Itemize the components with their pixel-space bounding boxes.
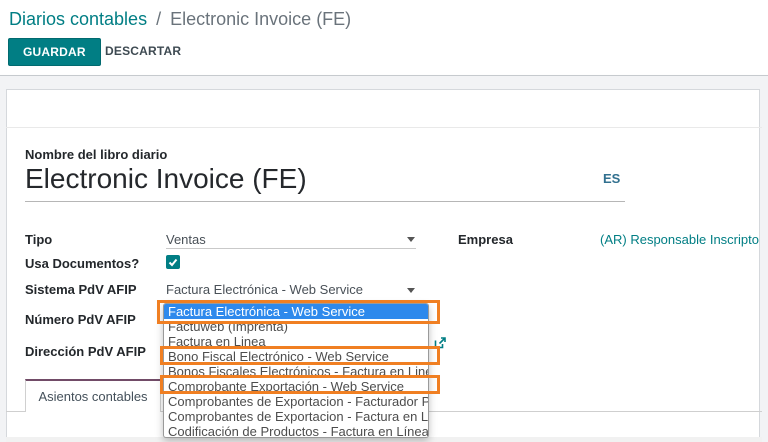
journal-name-input[interactable]: Electronic Invoice (FE) — [25, 163, 625, 202]
dropdown-option[interactable]: Comprobantes de Exportacion - Facturador… — [164, 394, 428, 409]
tab-label: Asientos contables — [38, 389, 147, 404]
sistema-pdv-caret-icon[interactable] — [407, 288, 415, 293]
dropdown-option[interactable]: Comprobante Exportación - Web Service — [164, 379, 428, 394]
direccion-pdv-label: Dirección PdV AFIP — [25, 344, 146, 359]
tipo-underline — [166, 248, 416, 249]
tab-asientos-contables[interactable]: Asientos contables — [25, 379, 161, 412]
tipo-select[interactable]: Ventas — [166, 232, 206, 247]
breadcrumb-separator: / — [156, 9, 161, 29]
breadcrumb-parent-link[interactable]: Diarios contables — [9, 9, 147, 29]
dropdown-option[interactable]: Bono Fiscal Electrónico - Web Service — [164, 349, 428, 364]
sistema-pdv-select[interactable]: Factura Electrónica - Web Service — [166, 282, 363, 297]
odoo-journal-form-screen: Diarios contables / Electronic Invoice (… — [0, 0, 768, 442]
tipo-label: Tipo — [25, 232, 52, 247]
usa-documentos-label: Usa Documentos? — [25, 256, 139, 271]
usa-documentos-checkbox[interactable] — [166, 255, 180, 269]
dropdown-option[interactable]: Factura en Linea — [164, 334, 428, 349]
dropdown-option[interactable]: Codificación de Productos - Factura en L… — [164, 424, 428, 438]
sistema-pdv-dropdown-list: Factura Electrónica - Web Service Factuw… — [163, 303, 429, 438]
dropdown-option[interactable]: Bonos Fiscales Electrónicos - Factura en… — [164, 364, 428, 379]
save-button[interactable]: GUARDAR — [8, 38, 101, 66]
statusbar-divider — [6, 127, 762, 128]
external-link-icon[interactable] — [433, 336, 447, 350]
translation-badge[interactable]: ES — [603, 171, 620, 186]
dropdown-option[interactable]: Factura Electrónica - Web Service — [164, 304, 428, 319]
empresa-label: Empresa — [458, 232, 513, 247]
sistema-pdv-label: Sistema PdV AFIP — [25, 282, 137, 297]
numero-pdv-label: Número PdV AFIP — [25, 312, 136, 327]
dropdown-option[interactable]: Factuweb (Imprenta) — [164, 319, 428, 334]
journal-name-label: Nombre del libro diario — [25, 147, 167, 162]
checkmark-icon — [168, 257, 178, 267]
discard-button[interactable]: DESCARTAR — [97, 38, 189, 64]
breadcrumb: Diarios contables / Electronic Invoice (… — [9, 9, 351, 30]
breadcrumb-current: Electronic Invoice (FE) — [170, 9, 351, 29]
dropdown-option[interactable]: Comprobantes de Exportacion - Factura en… — [164, 409, 428, 424]
tipo-caret-icon[interactable] — [407, 237, 415, 242]
empresa-value-link[interactable]: (AR) Responsable Inscripto — [600, 232, 759, 247]
